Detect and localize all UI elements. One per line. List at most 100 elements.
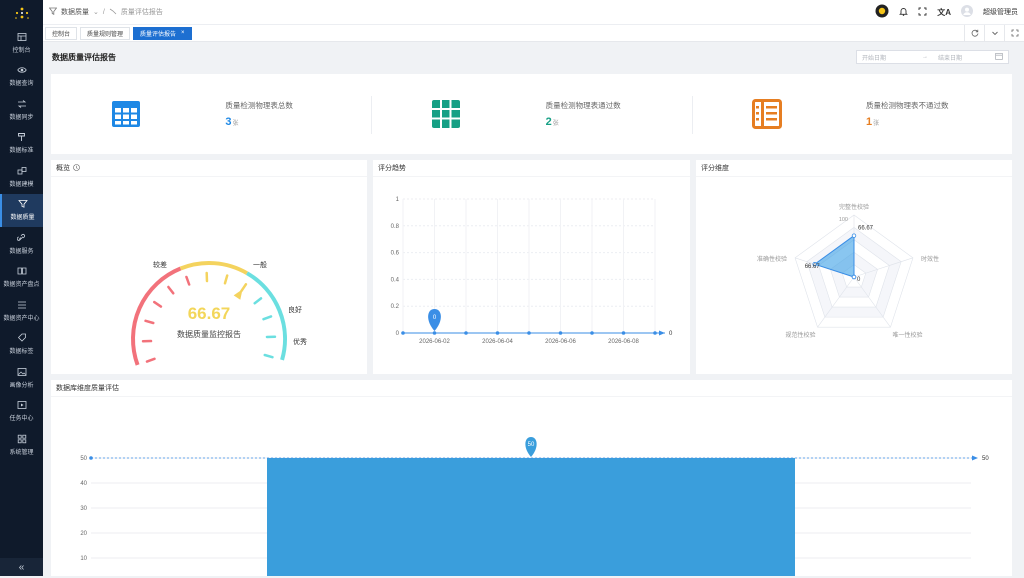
data-point[interactable] xyxy=(622,331,626,335)
sidebar-item-label: 数据建模 xyxy=(9,179,33,188)
data-point[interactable] xyxy=(496,331,500,335)
y-tick-label: 0 xyxy=(396,331,400,337)
y-tick-label: 10 xyxy=(80,556,87,562)
data-point[interactable] xyxy=(464,331,468,335)
tab-3[interactable]: 质量评估报告× xyxy=(133,27,192,40)
data-point[interactable] xyxy=(527,331,531,335)
gauge-tick xyxy=(265,355,273,357)
maximize-icon[interactable] xyxy=(1004,25,1024,42)
db-eval-card: 数据库维度质量评估 01020304050演示MySQL数据源/credit50… xyxy=(51,380,1012,576)
y-tick-label: 0.6 xyxy=(391,251,400,257)
breadcrumb-current: 质量评估报告 xyxy=(121,7,163,17)
help-icon[interactable] xyxy=(73,164,80,173)
sidebar-item-label: 数据资产中心 xyxy=(3,313,39,322)
bell-icon[interactable] xyxy=(899,7,908,18)
grid-icon xyxy=(17,434,27,444)
radar-point[interactable] xyxy=(852,234,856,238)
sync-icon xyxy=(17,99,27,109)
mark-line-label: 50 xyxy=(982,456,989,462)
arrow-icon xyxy=(972,456,978,461)
sidebar-item-10[interactable]: 数据标签 xyxy=(0,328,43,362)
chevron-down-icon[interactable] xyxy=(984,25,1004,42)
report-icon xyxy=(109,7,117,17)
sidebar-item-5[interactable]: 数据建模 xyxy=(0,160,43,194)
eye-icon xyxy=(17,65,27,75)
bar[interactable] xyxy=(267,458,795,576)
data-point[interactable] xyxy=(401,331,405,335)
gauge-label-excellent: 优秀 xyxy=(293,337,307,346)
gauge-pointer xyxy=(234,289,243,300)
sidebar-item-1[interactable]: 控制台 xyxy=(0,26,43,60)
mark-line-start xyxy=(89,456,93,460)
translate-icon[interactable]: 文A xyxy=(937,7,951,18)
radar-point[interactable] xyxy=(852,275,856,279)
stat-unit: 张 xyxy=(873,121,879,127)
dimension-card: 评分维度 100完整性校验时效性唯一性校验规范性校验准确性校验66.67066.… xyxy=(696,160,1012,374)
stat-value: 3 xyxy=(225,116,231,128)
sidebar-item-label: 数据同步 xyxy=(9,112,33,121)
sidebar-item-2[interactable]: 数据查询 xyxy=(0,60,43,94)
sidebar-item-11[interactable]: 画像分析 xyxy=(0,361,43,395)
radar-value-label: 66.67 xyxy=(858,226,874,232)
link-icon xyxy=(17,233,27,243)
gauge-arc-segment xyxy=(247,273,285,360)
funnel-icon xyxy=(18,199,28,209)
sidebar-item-12[interactable]: 任务中心 xyxy=(0,395,43,429)
fullscreen-icon[interactable] xyxy=(918,7,927,18)
y-tick-label: 50 xyxy=(80,456,87,462)
sidebar-item-label: 控制台 xyxy=(12,45,30,54)
radar-indicator-label: 规范性校验 xyxy=(786,331,816,339)
page-header: 数据质量评估报告 开始日期 → 结束日期 xyxy=(43,42,1024,72)
tab-bar: 控制台质量规则管理质量评估报告× xyxy=(43,25,1024,42)
sidebar-item-label: 系统管理 xyxy=(9,447,33,456)
tab-2[interactable]: 质量规则管理 xyxy=(80,27,130,40)
sidebar-item-7[interactable]: 数据服务 xyxy=(0,227,43,261)
gauge-tick xyxy=(186,277,189,285)
sidebar-collapse-button[interactable]: « xyxy=(0,558,43,576)
refresh-icon[interactable] xyxy=(964,25,984,42)
overview-card: 概览 较差 一般 良好 优秀 66.67 数据质量监控报告 xyxy=(51,160,367,374)
data-point[interactable] xyxy=(433,331,437,335)
tag-icon xyxy=(17,333,27,343)
date-range-picker[interactable]: 开始日期 → 结束日期 xyxy=(856,50,1009,64)
data-point[interactable] xyxy=(653,331,657,335)
sidebar-item-13[interactable]: 系统管理 xyxy=(0,428,43,462)
data-point[interactable] xyxy=(559,331,563,335)
sidebar-item-label: 数据质量 xyxy=(10,212,34,221)
theme-toggle-icon[interactable] xyxy=(875,4,889,20)
end-label: 0 xyxy=(669,331,673,337)
y-tick-label: 0.4 xyxy=(391,277,400,283)
tab-1[interactable]: 控制台 xyxy=(45,27,77,40)
gauge-label-good: 良好 xyxy=(288,305,302,314)
radar-indicator-label: 时效性 xyxy=(921,255,939,263)
stats-card: 质量检测物理表总数 3张 质量检测物理表通过数 2张 质量检测物理表不通过数 1… xyxy=(51,74,1012,154)
calendar-icon xyxy=(995,52,1003,62)
user-name[interactable]: 超级管理员 xyxy=(983,7,1018,17)
sidebar-item-4[interactable]: 数据标准 xyxy=(0,127,43,161)
data-point[interactable] xyxy=(590,331,594,335)
stat-label: 质量检测物理表总数 xyxy=(225,100,345,111)
radar-value-label: 66.67 xyxy=(805,264,821,270)
breadcrumb-root[interactable]: 数据质量 xyxy=(61,7,89,17)
table-icon xyxy=(111,99,141,129)
sidebar-item-6[interactable]: 数据质量 xyxy=(0,194,43,228)
gauge-arc-segment xyxy=(181,263,247,273)
chevron-down-icon: ⌄ xyxy=(93,8,99,16)
app-logo[interactable] xyxy=(0,0,43,26)
x-tick-label: 2026-06-08 xyxy=(608,339,639,345)
radar-indicator-label: 准确性校验 xyxy=(757,255,787,263)
sidebar-item-9[interactable]: 数据资产中心 xyxy=(0,294,43,328)
date-end-input[interactable]: 结束日期 xyxy=(938,53,985,62)
y-tick-label: 0.2 xyxy=(391,304,400,310)
gauge-tick xyxy=(154,302,161,306)
sidebar-item-label: 数据资产盘点 xyxy=(3,279,39,288)
close-icon[interactable]: × xyxy=(181,30,185,36)
model-icon xyxy=(17,166,27,176)
sidebar-item-8[interactable]: 数据资产盘点 xyxy=(0,261,43,295)
sidebar-item-3[interactable]: 数据同步 xyxy=(0,93,43,127)
avatar[interactable] xyxy=(961,5,973,19)
date-start-input[interactable]: 开始日期 xyxy=(862,53,912,62)
stat-total: 质量检测物理表总数 3张 xyxy=(51,74,371,154)
gauge-arc-segment xyxy=(133,269,181,365)
sidebar-item-label: 数据标准 xyxy=(9,145,33,154)
